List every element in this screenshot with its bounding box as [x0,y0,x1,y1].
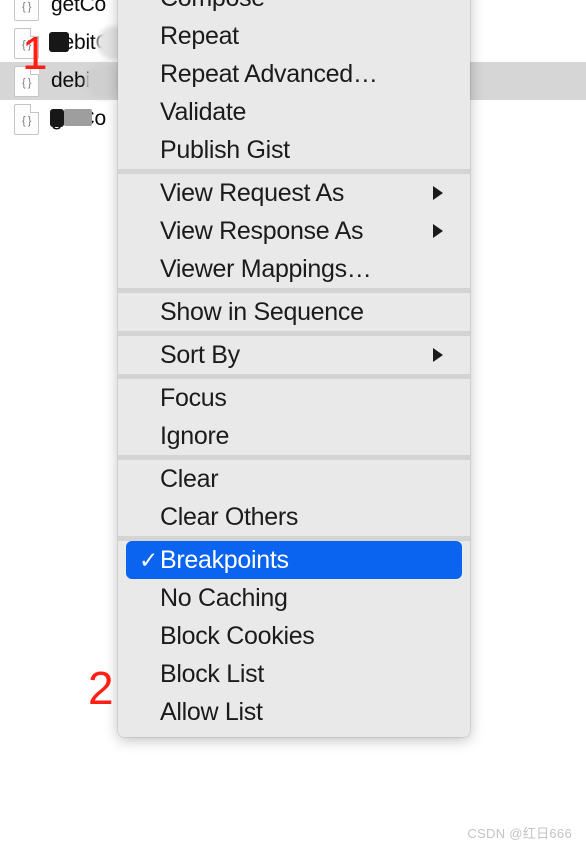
menu-item-compose[interactable]: Compose [126,0,462,17]
menu-item-label: Viewer Mappings… [160,254,372,283]
context-menu[interactable]: Compose Repeat Repeat Advanced… Validate Pub… [118,0,470,737]
json-braces-glyph: { } [22,39,31,51]
json-braces-glyph: { } [22,77,31,89]
menu-item-label: Clear Others [160,502,299,531]
redaction-block [85,63,121,99]
checkmark-icon: ✓ [139,546,159,573]
menu-section-focus-section: Focus Ignore [118,374,470,455]
menu-item-label: Allow List [160,697,263,726]
menu-item-label: Sort By [160,340,240,369]
request-row-label: debitC [51,63,121,99]
redaction-block [49,32,69,52]
menu-section-compose-section: Compose Repeat Repeat Advanced… Validate Pub… [118,0,470,169]
menu-item-breakpoints[interactable]: ✓ Breakpoints [126,541,462,579]
menu-section-sort-section: Sort By [118,331,470,374]
menu-item-label: Block Cookies [160,621,315,650]
menu-section-tools-section: ✓ Breakpoints No Caching Block Cookies Block… [118,536,470,731]
menu-item-label: Publish Gist [160,135,290,164]
menu-item-validate[interactable]: Validate [126,93,462,131]
json-file-icon: { } [14,27,39,59]
menu-item-show-in-sequence[interactable]: Show in Sequence [126,293,462,331]
menu-item-no-caching[interactable]: No Caching [126,579,462,617]
menu-item-label: Show in Sequence [160,297,364,326]
menu-section-view-section: View Request As View Response As Viewer Ma… [118,169,470,288]
menu-section-sequence-section: Show in Sequence [118,288,470,331]
menu-item-label: Block List [160,659,264,688]
submenu-arrow-icon [428,347,448,363]
menu-item-view-request-as[interactable]: View Request As [126,174,462,212]
menu-item-block-cookies[interactable]: Block Cookies [126,617,462,655]
menu-item-label: Ignore [160,421,230,450]
menu-item-label: Compose [160,0,265,13]
menu-item-label: Clear [160,464,219,493]
menu-item-label: View Response As [160,216,364,245]
menu-item-focus[interactable]: Focus [126,379,462,417]
menu-item-clear[interactable]: Clear [126,460,462,498]
menu-item-repeat[interactable]: Repeat [126,17,462,55]
watermark: CSDN @红日666 [467,826,572,841]
menu-item-label: No Caching [160,583,288,612]
menu-item-view-response-as[interactable]: View Response As [126,212,462,250]
json-braces-glyph: { } [22,1,31,13]
menu-item-ignore[interactable]: Ignore [126,417,462,455]
menu-item-sort-by[interactable]: Sort By [126,336,462,374]
json-file-icon: { } [14,103,39,135]
menu-item-label: Validate [160,97,247,126]
submenu-arrow-icon [428,185,448,201]
menu-item-label: View Request As [160,178,345,207]
menu-item-publish-gist[interactable]: Publish Gist [126,131,462,169]
menu-section-clear-section: Clear Clear Others [118,455,470,536]
redaction-block [64,109,92,126]
menu-item-block-list[interactable]: Block List [126,655,462,693]
menu-item-viewer-mappings[interactable]: Viewer Mappings… [126,250,462,288]
json-braces-glyph: { } [22,115,31,127]
redaction-block [50,109,64,127]
menu-item-clear-others[interactable]: Clear Others [126,498,462,536]
menu-item-label: Repeat [160,21,239,50]
json-file-icon: { } [14,65,39,97]
menu-item-label: Focus [160,383,227,412]
menu-item-label: Breakpoints [160,545,289,574]
request-row-label: getCo [51,0,107,16]
json-file-icon: { } [14,0,39,21]
request-row-label: debitC [49,26,131,60]
request-row-label: getCo [50,107,106,131]
menu-item-label: Repeat Advanced… [160,59,378,88]
menu-item-repeat-advanced[interactable]: Repeat Advanced… [126,55,462,93]
menu-item-allow-list[interactable]: Allow List [126,693,462,731]
submenu-arrow-icon [428,223,448,239]
